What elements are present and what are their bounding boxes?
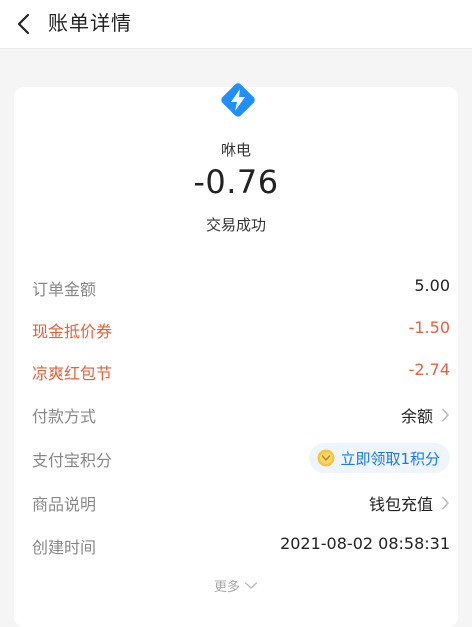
row-label: 支付宝积分 (32, 451, 113, 470)
row-label: 创建时间 (32, 538, 97, 557)
chevron-right-icon (442, 408, 449, 422)
chevron-right-icon (442, 496, 449, 510)
claim-points-label: 立即领取1积分 (340, 449, 440, 468)
row-product-description[interactable]: 商品说明 钱包充值 (32, 487, 450, 517)
claim-points-button[interactable]: 立即领取1积分 (309, 443, 450, 473)
more-label: 更多 (213, 580, 240, 595)
back-arrow-icon (17, 13, 30, 35)
row-created-time: 创建时间 2021-08-02 08:58:31 (32, 530, 450, 560)
row-label: 付款方式 (32, 407, 97, 426)
lightning-logo-icon (221, 83, 255, 117)
page-title: 账单详情 (48, 11, 132, 35)
row-payment-method[interactable]: 付款方式 余额 (32, 399, 450, 429)
payment-method-value: 余额 (400, 407, 433, 426)
more-toggle[interactable]: 更多 (14, 576, 458, 595)
row-value: 5.00 (414, 276, 450, 295)
merchant-name: 咻电 (220, 141, 251, 159)
transaction-amount: -0.76 (193, 163, 279, 201)
row-value-wrap: 钱包充值 (369, 491, 450, 515)
row-order-amount: 订单金额 5.00 (32, 272, 450, 302)
bill-detail-card: 咻电 -0.76 交易成功 订单金额 5.00 现金抵价券 -1.50 凉爽红包… (14, 83, 458, 627)
row-value: 2021-08-02 08:58:31 (280, 534, 450, 553)
chevron-down-icon (244, 582, 258, 589)
row-red-packet: 凉爽红包节 -2.74 (32, 356, 450, 386)
row-label: 现金抵价券 (32, 322, 113, 341)
row-label: 商品说明 (32, 495, 97, 514)
row-label: 订单金额 (32, 280, 97, 299)
row-value-wrap: 余额 (401, 403, 450, 427)
header-bar: 账单详情 (0, 0, 472, 49)
row-alipay-points: 支付宝积分 立即领取1积分 (32, 443, 450, 473)
back-button[interactable] (10, 10, 38, 38)
row-value: -2.74 (408, 360, 450, 379)
transaction-status: 交易成功 (205, 216, 266, 234)
coin-icon (317, 449, 335, 467)
row-label: 凉爽红包节 (32, 364, 113, 383)
product-description-value: 钱包充值 (368, 495, 433, 514)
row-cash-coupon: 现金抵价券 -1.50 (32, 314, 450, 344)
row-value: -1.50 (408, 318, 450, 337)
